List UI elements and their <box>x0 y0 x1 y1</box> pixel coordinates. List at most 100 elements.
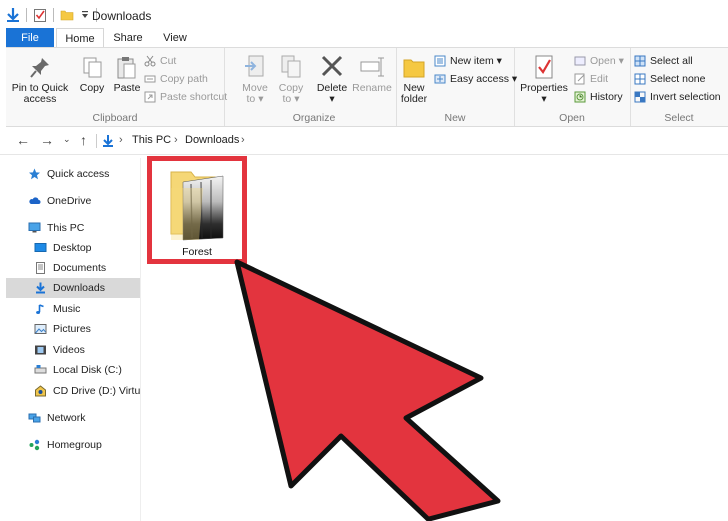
file-explorer-window: Downloads File Home Share View Pin to Qu… <box>0 0 728 521</box>
new-folder-icon[interactable] <box>60 8 74 22</box>
sidebar-item-onedrive[interactable]: OneDrive <box>6 191 140 211</box>
documents-icon <box>36 262 45 274</box>
sidebar-item-documents[interactable]: Documents <box>6 258 140 278</box>
select-none-button[interactable]: Select none <box>634 71 705 87</box>
properties-button[interactable]: Properties ▾ <box>518 54 570 105</box>
new-folder-button[interactable]: New folder <box>398 56 430 105</box>
quick-access-toolbar <box>6 7 103 23</box>
delete-label: Delete <box>316 82 348 94</box>
sidebar-item-label: Documents <box>53 262 107 274</box>
copy-to-button[interactable]: Copy to ▾ <box>274 54 308 105</box>
easy-access-icon <box>434 74 446 84</box>
sidebar-item-desktop[interactable]: Desktop <box>6 238 140 258</box>
pin-to-quick-access-button[interactable]: Pin to Quick access <box>8 56 72 105</box>
sidebar-item-network[interactable]: Network <box>6 408 140 428</box>
breadcrumb-separator-icon[interactable]: › <box>241 134 245 146</box>
copy-path-button[interactable]: Copy path <box>144 71 208 87</box>
desktop-icon <box>34 243 47 252</box>
breadcrumb-this-pc[interactable]: This PC <box>132 134 171 146</box>
new-group-label: New <box>444 112 466 124</box>
open-icon <box>574 56 586 66</box>
network-icon <box>28 413 41 423</box>
sidebar-item-cd-drive[interactable]: CD Drive (D:) Virtua <box>6 381 140 401</box>
computer-icon <box>28 222 41 233</box>
cut-button[interactable]: Cut <box>144 53 176 69</box>
edit-button[interactable]: Edit <box>574 71 608 87</box>
move-to-button[interactable]: Move to ▾ <box>238 54 272 105</box>
tab-file[interactable]: File <box>6 28 54 48</box>
title-bar: Downloads <box>0 0 728 30</box>
edit-icon <box>574 73 585 85</box>
copy-to-label-line2: to <box>282 93 292 105</box>
rename-icon <box>360 57 384 77</box>
copy-icon <box>83 57 102 78</box>
easy-access-button[interactable]: Easy access ▾ <box>434 71 517 87</box>
paste-shortcut-label: Paste shortcut <box>160 91 228 103</box>
navigation-pane: Quick access OneDrive This PC Desktop Do… <box>6 158 141 521</box>
download-icon <box>36 282 45 294</box>
recent-locations-chevron-icon[interactable]: ⌄ <box>63 134 71 145</box>
move-to-label-line2: to <box>246 93 256 105</box>
sidebar-item-local-disk[interactable]: Local Disk (C:) <box>6 360 140 380</box>
new-item-button[interactable]: New item ▾ <box>434 53 502 69</box>
pointer-arrow-icon <box>234 259 501 521</box>
videos-icon <box>35 345 46 355</box>
homegroup-icon <box>29 439 40 451</box>
invert-selection-icon <box>634 91 646 103</box>
properties-label: Properties <box>520 82 568 94</box>
organize-group: Move to ▾ Copy to ▾ Delete ▾ Rename Orga… <box>232 48 397 126</box>
sidebar-item-label: Desktop <box>53 242 92 254</box>
properties-check-icon[interactable] <box>33 7 47 23</box>
tab-view[interactable]: View <box>155 28 195 48</box>
new-item-label: New item <box>450 55 494 67</box>
sidebar-item-pictures[interactable]: Pictures <box>6 319 140 339</box>
breadcrumb-separator-icon[interactable]: › <box>174 134 178 146</box>
select-all-button[interactable]: Select all <box>634 53 693 69</box>
sidebar-item-downloads[interactable]: Downloads <box>6 278 140 298</box>
down-arrow-icon[interactable] <box>6 7 20 23</box>
address-chevron-icon[interactable]: › <box>119 134 123 146</box>
sidebar-item-label: Local Disk (C:) <box>53 364 122 376</box>
copy-path-icon <box>144 75 156 83</box>
open-label: Open <box>590 55 616 67</box>
open-button[interactable]: Open ▾ <box>574 53 624 69</box>
music-icon <box>36 304 44 314</box>
new-group: New folder New item ▾ Easy access ▾ New <box>396 48 517 126</box>
breadcrumb-downloads[interactable]: Downloads <box>185 134 239 146</box>
open-group-label: Open <box>559 112 585 124</box>
invert-selection-label: Invert selection <box>650 91 721 103</box>
customize-dropdown-icon[interactable] <box>80 8 90 22</box>
invert-selection-button[interactable]: Invert selection <box>634 89 721 105</box>
back-arrow-icon[interactable]: ← <box>16 132 30 148</box>
sidebar-item-this-pc[interactable]: This PC <box>6 218 140 238</box>
up-arrow-icon[interactable]: ↑ <box>80 132 87 148</box>
history-button[interactable]: History <box>574 89 623 105</box>
tab-home[interactable]: Home <box>56 28 104 48</box>
sidebar-item-homegroup[interactable]: Homegroup <box>6 435 140 455</box>
sidebar-item-quick-access[interactable]: Quick access <box>6 164 140 184</box>
new-folder-label-line2: folder <box>400 93 428 105</box>
sidebar-item-music[interactable]: Music <box>6 299 140 319</box>
ribbon: Pin to Quick access Copy Paste Cut Copy … <box>6 47 728 127</box>
tab-share[interactable]: Share <box>108 28 148 48</box>
delete-x-icon <box>321 55 343 77</box>
paste-button[interactable]: Paste <box>106 56 148 94</box>
paste-label: Paste <box>113 82 141 94</box>
scissors-icon <box>144 55 156 67</box>
organize-group-label: Organize <box>292 112 336 124</box>
sidebar-item-label: CD Drive (D:) Virtua <box>53 385 140 397</box>
delete-button[interactable]: Delete ▾ <box>314 54 350 105</box>
history-label: History <box>590 91 623 103</box>
rename-label: Rename <box>352 82 392 94</box>
forward-arrow-icon[interactable]: → <box>40 132 54 148</box>
cd-drive-icon <box>35 385 46 397</box>
clipboard-group-label: Clipboard <box>92 112 138 124</box>
folder-icon <box>403 59 425 78</box>
select-none-label: Select none <box>650 73 706 85</box>
sidebar-item-videos[interactable]: Videos <box>6 340 140 360</box>
sidebar-item-label: Videos <box>53 344 85 356</box>
paste-shortcut-button[interactable]: Paste shortcut <box>144 89 227 105</box>
file-list: Forest <box>141 156 728 521</box>
sidebar-item-label: Downloads <box>53 282 105 294</box>
rename-button[interactable]: Rename <box>352 54 392 94</box>
